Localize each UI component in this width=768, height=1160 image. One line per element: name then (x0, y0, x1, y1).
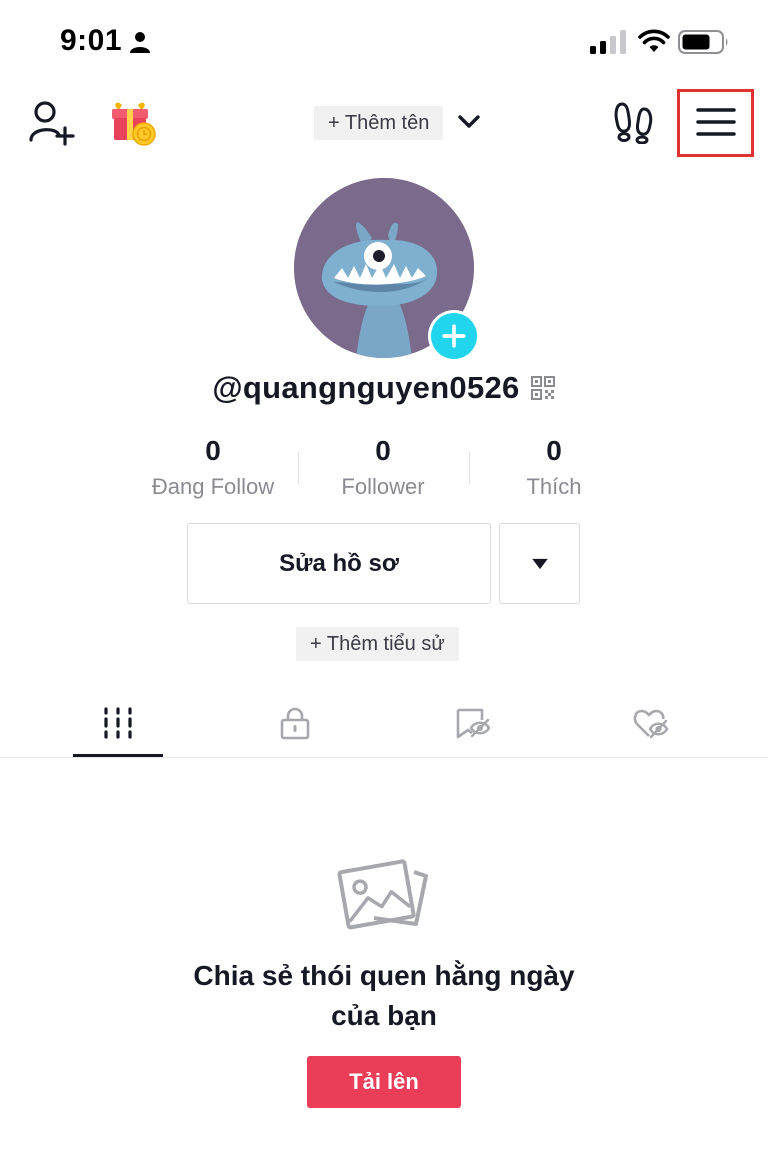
status-time: 9:01 (60, 24, 123, 57)
upload-button[interactable]: Tải lên (307, 1056, 461, 1108)
footprints-icon[interactable] (612, 100, 656, 144)
add-bio-button[interactable]: + Thêm tiểu sử (296, 627, 459, 661)
tab-reposts[interactable] (377, 690, 569, 756)
followers-label: Follower (341, 474, 425, 499)
add-avatar-button[interactable] (428, 310, 480, 362)
followers-count: 0 (375, 435, 391, 466)
repost-hidden-icon (456, 708, 491, 739)
likes-count: 0 (546, 435, 562, 466)
empty-state-title: Chia sẻ thói quen hằng ngày của bạn (0, 956, 768, 1036)
likes-label: Thích (526, 474, 582, 499)
chevron-down-icon[interactable] (456, 108, 482, 136)
add-friend-icon[interactable] (28, 100, 76, 146)
followers-stat[interactable]: 0 Follower (298, 434, 468, 500)
plus-icon (442, 324, 466, 348)
empty-state-title-line1: Chia sẻ thói quen hằng ngày (193, 960, 575, 991)
battery-icon (678, 30, 728, 54)
gift-icon[interactable] (106, 96, 158, 148)
tab-videos[interactable] (22, 690, 214, 756)
following-count: 0 (205, 435, 221, 466)
wifi-icon (638, 29, 670, 52)
following-label: Đang Follow (151, 474, 275, 499)
caret-down-icon (531, 558, 548, 569)
videos-grid-icon (104, 707, 132, 739)
liked-hidden-icon (633, 709, 669, 739)
username-row: @quangnguyen0526 (0, 370, 768, 406)
empty-state-title-line2: của bạn (331, 1000, 437, 1031)
more-options-button[interactable] (499, 523, 580, 604)
tab-divider (0, 757, 768, 758)
hamburger-menu-icon[interactable] (694, 104, 738, 140)
cellular-signal-icon (590, 30, 626, 54)
tab-private[interactable] (199, 690, 391, 756)
likes-stat[interactable]: 0 Thích (469, 434, 639, 500)
edit-profile-button[interactable]: Sửa hồ sơ (187, 523, 491, 604)
tab-liked[interactable] (555, 690, 747, 756)
qr-code-icon[interactable] (530, 375, 556, 401)
lock-icon (280, 707, 310, 740)
following-stat[interactable]: 0 Đang Follow (128, 434, 298, 500)
photos-icon (337, 859, 428, 930)
add-name-button[interactable]: + Thêm tên (314, 106, 444, 140)
username: @quangnguyen0526 (212, 370, 520, 405)
person-icon (130, 32, 150, 53)
